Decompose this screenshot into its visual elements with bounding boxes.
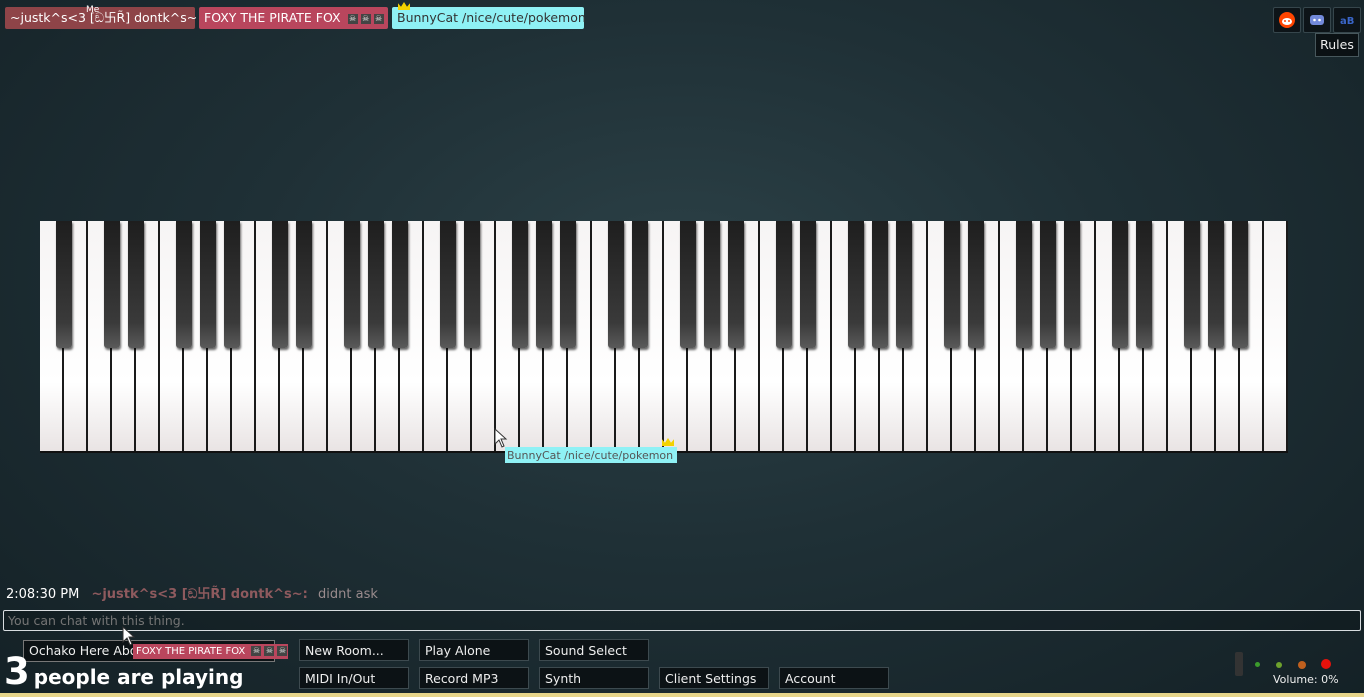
user-tag-name: FOXY THE PIRATE FOX	[204, 10, 341, 25]
volume-indicator-dot	[1276, 662, 1282, 668]
black-key[interactable]	[776, 221, 792, 348]
black-key[interactable]	[680, 221, 696, 348]
black-key[interactable]	[128, 221, 144, 348]
account-button[interactable]: Account	[779, 667, 889, 689]
black-key[interactable]	[632, 221, 648, 348]
player-count-text: people are playing	[33, 665, 244, 689]
black-key[interactable]	[440, 221, 456, 348]
volume-indicator-dot	[1321, 659, 1331, 669]
piano-keyboard[interactable]	[40, 221, 1288, 453]
black-key[interactable]	[392, 221, 408, 348]
chat-time: 2:08:30 PM	[6, 587, 80, 602]
black-key[interactable]	[1016, 221, 1032, 348]
black-key[interactable]	[560, 221, 576, 348]
play-alone-button[interactable]: Play Alone	[419, 639, 529, 661]
skull-icon: ☠	[347, 13, 358, 24]
crown-icon	[398, 2, 410, 10]
user-tag-foxy[interactable]: FOXY THE PIRATE FOX ☠ ☠ ☠	[199, 7, 388, 29]
black-key[interactable]	[944, 221, 960, 348]
black-key[interactable]	[176, 221, 192, 348]
white-key[interactable]	[1264, 221, 1288, 451]
black-key[interactable]	[224, 221, 240, 348]
skull-icon: ☠	[277, 646, 288, 656]
black-key[interactable]	[56, 221, 72, 348]
black-key[interactable]	[464, 221, 480, 348]
black-key[interactable]	[1232, 221, 1248, 348]
black-key[interactable]	[1112, 221, 1128, 348]
rules-button[interactable]: Rules	[1315, 33, 1359, 57]
chat-input[interactable]	[3, 610, 1361, 631]
discord-icon[interactable]	[1303, 7, 1331, 33]
black-key[interactable]	[1184, 221, 1200, 348]
black-key[interactable]	[296, 221, 312, 348]
skull-icon: ☠	[251, 646, 262, 656]
black-key[interactable]	[848, 221, 864, 348]
black-key[interactable]	[1136, 221, 1152, 348]
cursor-icon	[494, 428, 508, 448]
black-key[interactable]	[1208, 221, 1224, 348]
black-key[interactable]	[800, 221, 816, 348]
skull-icon: ☠	[264, 646, 275, 656]
user-tag-name: BunnyCat /nice/cute/pokemon	[397, 10, 586, 25]
synth-button[interactable]: Synth	[539, 667, 649, 689]
chat-message: 2:08:30 PM ~justk^s<3 [ඞ卐R̃] dontk^s~: d…	[6, 583, 378, 602]
skull-icon: ☠	[373, 13, 384, 24]
client-settings-button[interactable]: Client Settings	[659, 667, 769, 689]
black-key[interactable]	[1040, 221, 1056, 348]
black-key[interactable]	[872, 221, 888, 348]
svg-text:aB: aB	[1340, 16, 1354, 26]
chat-text: didnt ask	[318, 587, 378, 602]
black-key[interactable]	[104, 221, 120, 348]
black-key[interactable]	[896, 221, 912, 348]
volume-indicator-dot	[1298, 661, 1306, 669]
black-key[interactable]	[272, 221, 288, 348]
player-count: 3 people are playing	[4, 650, 243, 693]
midi-button[interactable]: MIDI In/Out	[299, 667, 409, 689]
bottom-edge	[0, 693, 1364, 697]
cursor-icon	[122, 626, 136, 646]
new-room-button[interactable]: New Room...	[299, 639, 409, 661]
volume-label: Volume: 0%	[1273, 673, 1339, 686]
black-key[interactable]	[512, 221, 528, 348]
black-key[interactable]	[728, 221, 744, 348]
black-key[interactable]	[344, 221, 360, 348]
player-count-number: 3	[4, 650, 30, 693]
cursor-name-tag: BunnyCat /nice/cute/pokemon	[505, 447, 677, 463]
black-key[interactable]	[1064, 221, 1080, 348]
sound-select-button[interactable]: Sound Select	[539, 639, 649, 661]
black-key[interactable]	[968, 221, 984, 348]
skull-icon: ☠	[360, 13, 371, 24]
user-tag-name: ~justk^s<3 [ඞ卐R̃] dontk^s~	[10, 10, 198, 25]
black-key[interactable]	[704, 221, 720, 348]
black-key[interactable]	[200, 221, 216, 348]
black-key[interactable]	[368, 221, 384, 348]
reddit-icon[interactable]	[1273, 7, 1301, 33]
user-tag-me[interactable]: ~justk^s<3 [ඞ卐R̃] dontk^s~	[5, 7, 198, 29]
user-tag-bunnycat[interactable]: BunnyCat /nice/cute/pokemon	[392, 7, 586, 29]
chat-author: ~justk^s<3 [ඞ卐R̃] dontk^s~:	[91, 587, 308, 602]
me-badge: Me	[86, 5, 100, 15]
volume-indicator-dot	[1255, 662, 1260, 667]
blog-icon[interactable]: aB	[1333, 7, 1361, 33]
record-mp3-button[interactable]: Record MP3	[419, 667, 529, 689]
black-key[interactable]	[608, 221, 624, 348]
black-key[interactable]	[536, 221, 552, 348]
volume-slider[interactable]	[1235, 652, 1243, 676]
